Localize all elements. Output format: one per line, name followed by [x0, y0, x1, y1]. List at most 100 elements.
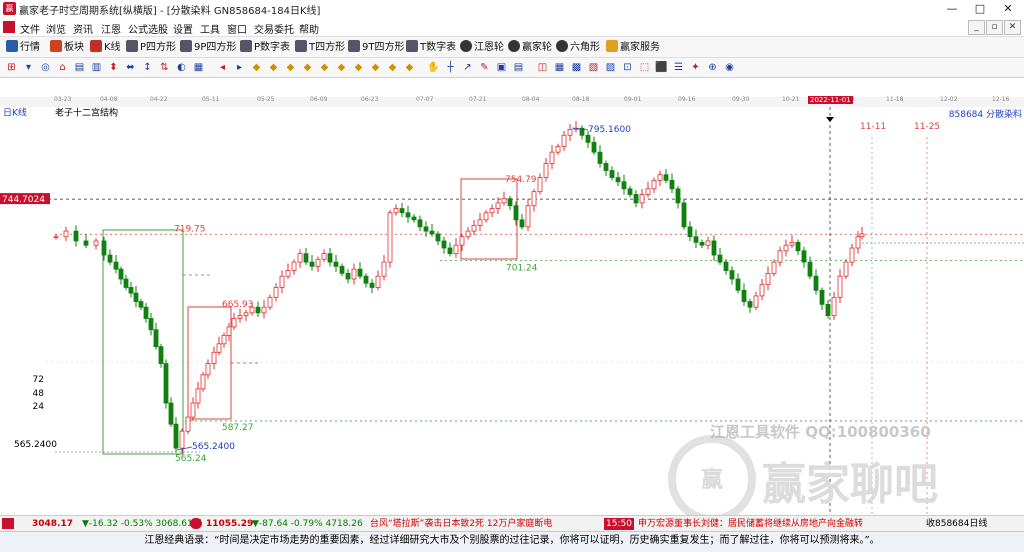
tool-grid-d-icon[interactable]: ▩ [570, 61, 583, 74]
candle [53, 233, 59, 240]
menu-formula[interactable]: 公式选股 [128, 21, 168, 36]
tool-d4-icon[interactable]: ◆ [301, 61, 314, 74]
tool-eye-icon[interactable]: ◉ [723, 61, 736, 74]
menu-info[interactable]: 资讯 [73, 21, 93, 36]
tool-line-icon[interactable]: ↗ [461, 61, 474, 74]
hexagon-button[interactable]: 六角形 [556, 40, 600, 54]
tool-d5-icon[interactable]: ◆ [318, 61, 331, 74]
tool-home-icon[interactable]: ⌂ [56, 61, 69, 74]
9t-square-button[interactable]: 9T四方形 [348, 40, 404, 54]
kline-button[interactable]: K线 [90, 40, 121, 54]
tool-rect-icon[interactable]: ⬚ [638, 61, 651, 74]
candle [561, 131, 567, 151]
quotes-button[interactable]: 行情 [6, 40, 40, 54]
document-icon [3, 21, 15, 33]
menu-help[interactable]: 帮助 [299, 21, 319, 36]
candle [393, 204, 399, 216]
tool-target-icon[interactable]: ◎ [39, 61, 52, 74]
tool-split-icon[interactable]: ◫ [536, 61, 549, 74]
tool-zoom-h-icon[interactable]: ⇅ [158, 61, 171, 74]
tool-half-icon[interactable]: ◐ [175, 61, 188, 74]
future-date-label-1: 11-11 [860, 122, 886, 132]
news-ticker-2[interactable]: 申万宏源董事长刘健：居民储蓄将继续从房地产向金融转 [638, 518, 863, 530]
tool-d6-icon[interactable]: ◆ [335, 61, 348, 74]
tool-d3-icon[interactable]: ◆ [284, 61, 297, 74]
candle [118, 266, 124, 285]
candle [107, 249, 113, 265]
gann-wheel-button[interactable]: 江恩轮 [460, 40, 504, 54]
tool-layout-icon[interactable]: ⊞ [5, 61, 18, 74]
tool-grid-e-icon[interactable]: ▧ [587, 61, 600, 74]
tool-grid-a-icon[interactable]: ▤ [73, 61, 86, 74]
tool-list-icon[interactable]: ▤ [512, 61, 525, 74]
tool-grid-c-icon[interactable]: ▦ [553, 61, 566, 74]
tool-grid-f-icon[interactable]: ▨ [604, 61, 617, 74]
tool-d1-icon[interactable]: ◆ [250, 61, 263, 74]
9p-square-button[interactable]: 9P四方形 [180, 40, 236, 54]
date-tick-label: 10-21 [782, 96, 800, 103]
menu-browse[interactable]: 浏览 [46, 21, 66, 36]
tool-vsplit-icon[interactable]: ⬍ [107, 61, 120, 74]
winner-service-button[interactable]: 赢家服务 [606, 40, 660, 54]
tool-dropdown-icon[interactable]: ▾ [22, 61, 35, 74]
tool-d9-icon[interactable]: ◆ [386, 61, 399, 74]
tool-prev-icon[interactable]: ◂ [216, 61, 229, 74]
candle [375, 270, 381, 291]
index2-icon [190, 518, 202, 529]
tool-d2-icon[interactable]: ◆ [267, 61, 280, 74]
p-number-table-button[interactable]: P数字表 [240, 40, 290, 54]
menu-file[interactable]: 文件 [20, 21, 40, 36]
tool-d10-icon[interactable]: ◆ [403, 61, 416, 74]
candle [483, 209, 489, 223]
menu-tools[interactable]: 工具 [200, 21, 220, 36]
tool-frame-icon[interactable]: ⊡ [621, 61, 634, 74]
candle [627, 186, 633, 198]
candle [339, 263, 345, 277]
date-tick-label: 09-16 [678, 96, 696, 103]
tool-cross-icon[interactable]: ┼ [444, 61, 457, 74]
t-square-button[interactable]: T四方形 [295, 40, 345, 54]
menu-settings[interactable]: 设置 [173, 21, 193, 36]
menu-trade[interactable]: 交易委托 [254, 21, 294, 36]
news-time: 15:50 [604, 518, 634, 530]
tool-zoom-v-icon[interactable]: ↕ [141, 61, 154, 74]
winner-wheel-button[interactable]: 赢家轮 [508, 40, 552, 54]
menu-gann[interactable]: 江恩 [101, 21, 121, 36]
tool-star-icon[interactable]: ✦ [689, 61, 702, 74]
candle [309, 255, 315, 271]
candle [597, 145, 603, 168]
close-button[interactable]: ✕ [994, 0, 1022, 18]
sector-button[interactable]: 板块 [50, 40, 84, 54]
level-701-label: 701.24 [506, 263, 538, 273]
tool-next-icon[interactable]: ▸ [233, 61, 246, 74]
candle [765, 266, 771, 291]
candle [315, 256, 321, 272]
future-date-label-2: 11-25 [914, 122, 940, 132]
gann-quote: 江恩经典语录：“时间是决定市场走势的重要因素，经过详细研究大市及个别股票的过往记… [144, 535, 880, 546]
tool-box-icon[interactable]: ▣ [495, 61, 508, 74]
tool-hand-icon[interactable]: ✋ [427, 61, 440, 74]
tool-plus-icon[interactable]: ⊕ [706, 61, 719, 74]
tool-d7-icon[interactable]: ◆ [352, 61, 365, 74]
tool-fill-icon[interactable]: ⬛ [655, 61, 668, 74]
news-ticker[interactable]: 台风“塔拉斯”袭击日本致2死 12万户家庭断电 [370, 518, 552, 530]
t-number-table-button[interactable]: T数字表 [406, 40, 456, 54]
candlestick-chart[interactable]: 719.75 754.79 795.1600 701.24 665.93 587.27 56… [0, 107, 1024, 515]
tool-hsplit-icon[interactable]: ⬌ [124, 61, 137, 74]
candle [681, 198, 687, 230]
p-square-button[interactable]: P四方形 [126, 40, 176, 54]
tool-pen-icon[interactable]: ✎ [478, 61, 491, 74]
tool-grid-b-icon[interactable]: ▥ [90, 61, 103, 74]
tool-d8-icon[interactable]: ◆ [369, 61, 382, 74]
candle [369, 279, 375, 294]
mdi-close-button[interactable]: ✕ [1004, 20, 1021, 35]
tool-table-icon[interactable]: ▦ [192, 61, 205, 74]
minimize-button[interactable]: — [938, 0, 966, 18]
mdi-restore-button[interactable]: ▫ [986, 20, 1003, 35]
mdi-minimize-button[interactable]: _ [968, 20, 985, 35]
candle [357, 262, 363, 280]
maximize-button[interactable]: □ [966, 0, 994, 18]
cursor-marker [826, 117, 834, 122]
menu-window[interactable]: 窗口 [227, 21, 247, 36]
tool-menu-icon[interactable]: ☰ [672, 61, 685, 74]
